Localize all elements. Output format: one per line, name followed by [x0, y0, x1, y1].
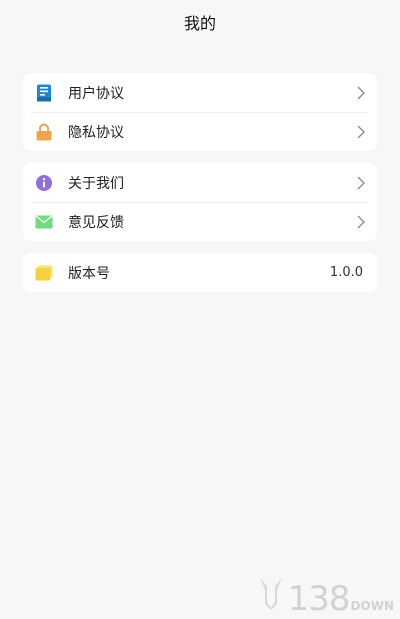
- agreements-card: 用户协议 隐私协议: [23, 73, 377, 151]
- about-us-label: 关于我们: [68, 175, 124, 192]
- version-label: 版本号: [68, 265, 110, 282]
- feedback-label: 意见反馈: [68, 214, 124, 231]
- version-item: 版本号 1.0.0: [23, 253, 377, 292]
- chevron-right-icon: [357, 86, 365, 100]
- privacy-policy-label: 隐私协议: [68, 124, 124, 141]
- support-card: 关于我们 意见反馈: [23, 163, 377, 241]
- document-icon: [35, 84, 53, 102]
- chevron-right-icon: [357, 215, 365, 229]
- version-value: 1.0.0: [329, 265, 363, 280]
- page-title: 我的: [183, 14, 216, 33]
- lock-icon: [35, 123, 53, 141]
- privacy-policy-item[interactable]: 隐私协议: [23, 112, 377, 151]
- version-card: 版本号 1.0.0: [23, 253, 377, 292]
- folder-icon: [35, 264, 53, 282]
- watermark-number: 138: [287, 579, 351, 619]
- page-header: 我的: [0, 0, 400, 44]
- mail-icon: [35, 213, 53, 231]
- user-agreement-label: 用户协议: [68, 85, 124, 102]
- chevron-right-icon: [357, 125, 365, 139]
- watermark-suffix: DOWN: [350, 599, 394, 613]
- chevron-right-icon: [357, 176, 365, 190]
- feedback-item[interactable]: 意见反馈: [23, 202, 377, 241]
- about-us-item[interactable]: 关于我们: [23, 163, 377, 202]
- info-icon: [35, 174, 53, 192]
- logo-icon: [258, 576, 284, 614]
- watermark-logo: 138 DOWN: [258, 576, 394, 616]
- user-agreement-item[interactable]: 用户协议: [23, 73, 377, 112]
